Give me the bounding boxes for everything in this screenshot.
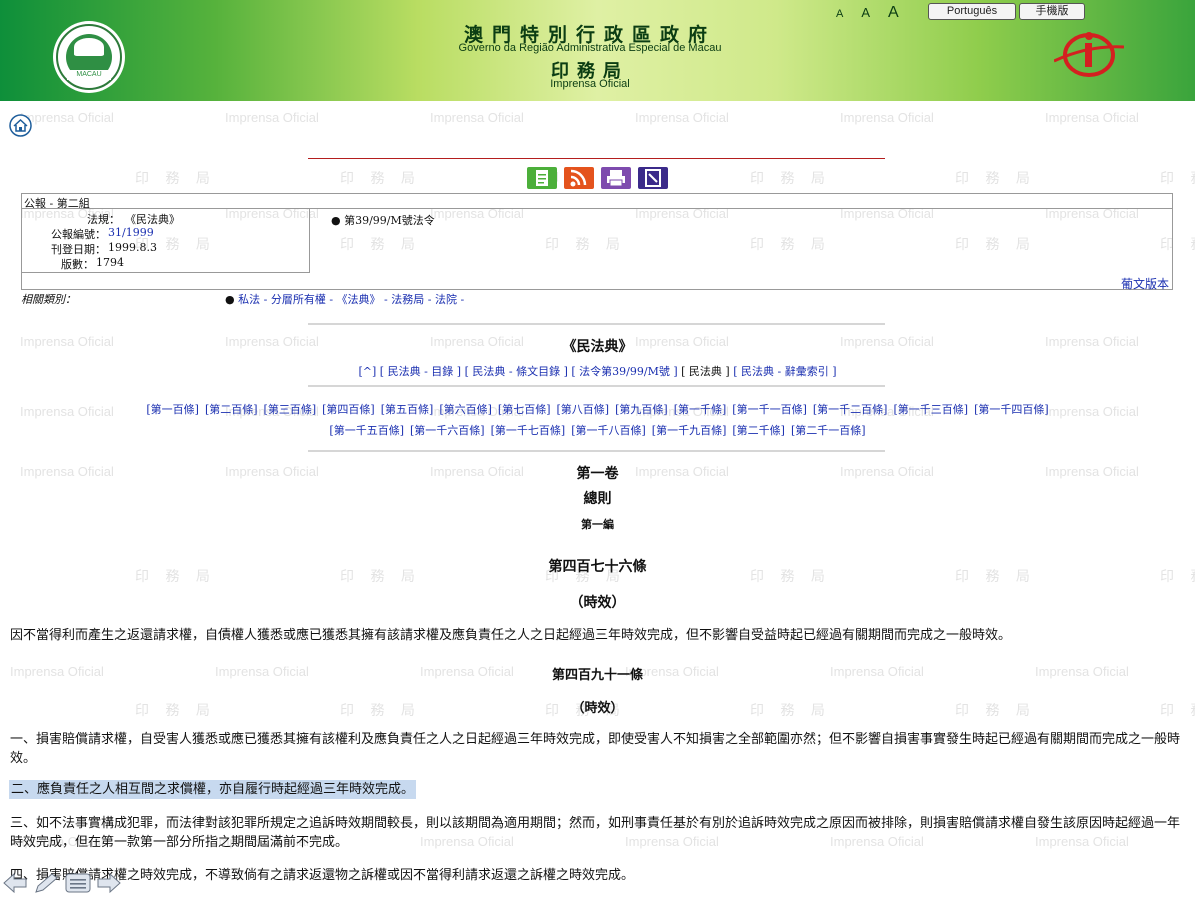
gazette-number-link[interactable]: 31/1999 [108,226,154,239]
article-link[interactable]: [第一千條] [674,403,727,416]
article-link[interactable]: [第七百條] [498,403,551,416]
font-small-button[interactable]: A [836,8,843,20]
pencil-icon[interactable] [32,872,60,894]
note-icon[interactable] [638,167,668,189]
date-value: 1999.8.3 [108,241,157,254]
article-link[interactable]: [第一千四百條] [974,403,1049,416]
book-heading: 第一卷 [576,466,619,482]
rss-icon[interactable] [564,167,594,189]
law-value: 《民法典》 [125,213,180,226]
emblem-label: MACAU [67,70,111,80]
divider [309,208,310,272]
codex-navigation: [^] [ 民法典 - 目錄 ] [ 民法典 - 條文目錄 ] [ 法令第39/… [0,363,1195,379]
article-link[interactable]: [第一千五百條] [329,424,404,437]
decree-text: 第39/99/M號法令 [344,214,435,227]
article-link[interactable]: [第六百條] [439,403,492,416]
article-link[interactable]: [第一千七百條] [491,424,566,437]
law-label: 法規： [87,213,120,226]
related-categories-link[interactable]: 私法 - 分層所有權 - 《法典》 - 法務局 - 法院 - [238,293,464,306]
article-link[interactable]: [第四百條] [322,403,375,416]
article-link[interactable]: [第一千九百條] [652,424,727,437]
article-link[interactable]: [第一千一百條] [732,403,807,416]
article-link[interactable]: [第二百條] [205,403,258,416]
article-491-paragraph-4: 四、損害賠償請求權之時效完成，不導致倘有之請求返還物之訴權或因不當得利請求返還之… [10,868,635,883]
header-divider [308,158,885,159]
article-476-subtitle: （時效） [569,595,626,611]
divider [308,385,885,387]
article-491-paragraph-2-highlighted: 二、應負責任之人相互間之求償權，亦自履行時起經過三年時效完成。 [9,780,417,799]
article-476-text: 因不當得利而產生之返還請求權，自債權人獲悉或應已獲悉其擁有該請求權及應負責任之人… [10,628,1012,643]
nav-glossary-link[interactable]: [ 民法典 - 辭彙索引 ] [733,365,836,378]
nav-decree-link[interactable]: [ 法令第39/99/M號 ] [571,365,677,378]
government-title-pt: Governo da Região Administrativa Especia… [458,42,722,54]
related-links: ● 私法 - 分層所有權 - 《法典》 - 法務局 - 法院 - [225,293,465,306]
macau-emblem-logo[interactable]: MACAU [56,24,122,90]
nav-article-index-link[interactable]: [ 民法典 - 條文目錄 ] [465,365,568,378]
page-label: 版數： [61,258,94,271]
title-heading: 第一編 [581,518,614,531]
lotus-icon [74,38,104,56]
portuguese-version-link[interactable]: 葡文版本 [1121,275,1169,292]
print-icon[interactable] [601,167,631,189]
watermark-row: Imprensa Oficial Imprensa Oficial Imprensa… [20,110,1139,125]
forward-arrow-icon[interactable] [96,872,122,894]
decree-item: ● 第39/99/M號法令 [331,214,435,227]
back-arrow-icon[interactable] [2,872,28,894]
font-large-button[interactable]: A [888,4,899,22]
department-title-pt: Imprensa Oficial [550,78,630,90]
article-link[interactable]: [第一百條] [146,403,199,416]
divider [22,208,1172,209]
article-link[interactable]: [第五百條] [381,403,434,416]
imprensa-oficial-logo-icon[interactable] [1054,27,1124,79]
article-491-subtitle: （時效） [571,701,624,716]
article-link[interactable]: [第一千六百條] [410,424,485,437]
menu-icon[interactable] [64,872,92,894]
divider [308,323,885,325]
article-491-paragraph-1: 一、損害賠償請求權，自受害人獲悉或應已獲悉其擁有該權利及應負責任之人之日起經過三… [10,732,1181,766]
divider [308,450,885,452]
related-label: 相關類別： [21,293,76,306]
date-label: 刊登日期： [51,243,106,256]
gazette-info-box: 公報 - 第二組 法規： 《民法典》 公報編號： 31/1999 刊登日期： 1… [21,193,1173,292]
nav-current-code: [ 民法典 ] [681,365,730,378]
article-491-heading: 第四百九十一條 [551,668,643,683]
article-link[interactable]: [第一千八百條] [571,424,646,437]
home-icon[interactable] [9,114,32,137]
document-icon[interactable] [527,167,557,189]
portuguese-button[interactable]: Português [928,3,1016,20]
nav-table-of-contents-link[interactable]: [ 民法典 - 目錄 ] [380,365,461,378]
font-size-selector: AAA [836,4,917,22]
article-links-row-1: [第一百條] [第二百條] [第三百條] [第四百條] [第五百條] [第六百條] [第七百… [0,401,1195,417]
article-link[interactable]: [第二千一百條] [791,424,866,437]
article-link[interactable]: [第九百條] [615,403,668,416]
number-label: 公報編號： [51,228,106,241]
codex-title: 《民法典》 [562,339,633,355]
page-value: 1794 [96,256,124,269]
article-link[interactable]: [第八百條] [557,403,610,416]
site-header: MACAU 澳門特別行政區政府 Governo da Região Admini… [0,0,1195,101]
divider [22,272,310,273]
article-476-heading: 第四百七十六條 [548,559,647,575]
floating-navigation [2,872,124,896]
font-medium-button[interactable]: A [861,5,870,20]
part-heading: 總則 [583,491,612,507]
article-links-row-2: [第一千五百條] [第一千六百條] [第一千七百條] [第一千八百條] [第一千九百條]… [0,422,1195,438]
article-491-paragraph-3: 三、如不法事實構成犯罪，而法律對該犯罪所規定之追訴時效期間較長，則以該期間為適用… [10,816,1181,850]
article-link[interactable]: [第一千二百條] [813,403,888,416]
article-link[interactable]: [第一千三百條] [893,403,968,416]
nav-top-link[interactable]: [^] [358,365,376,378]
article-link[interactable]: [第三百條] [264,403,317,416]
article-link[interactable]: [第二千條] [732,424,785,437]
mobile-version-button[interactable]: 手機版 [1019,3,1085,20]
